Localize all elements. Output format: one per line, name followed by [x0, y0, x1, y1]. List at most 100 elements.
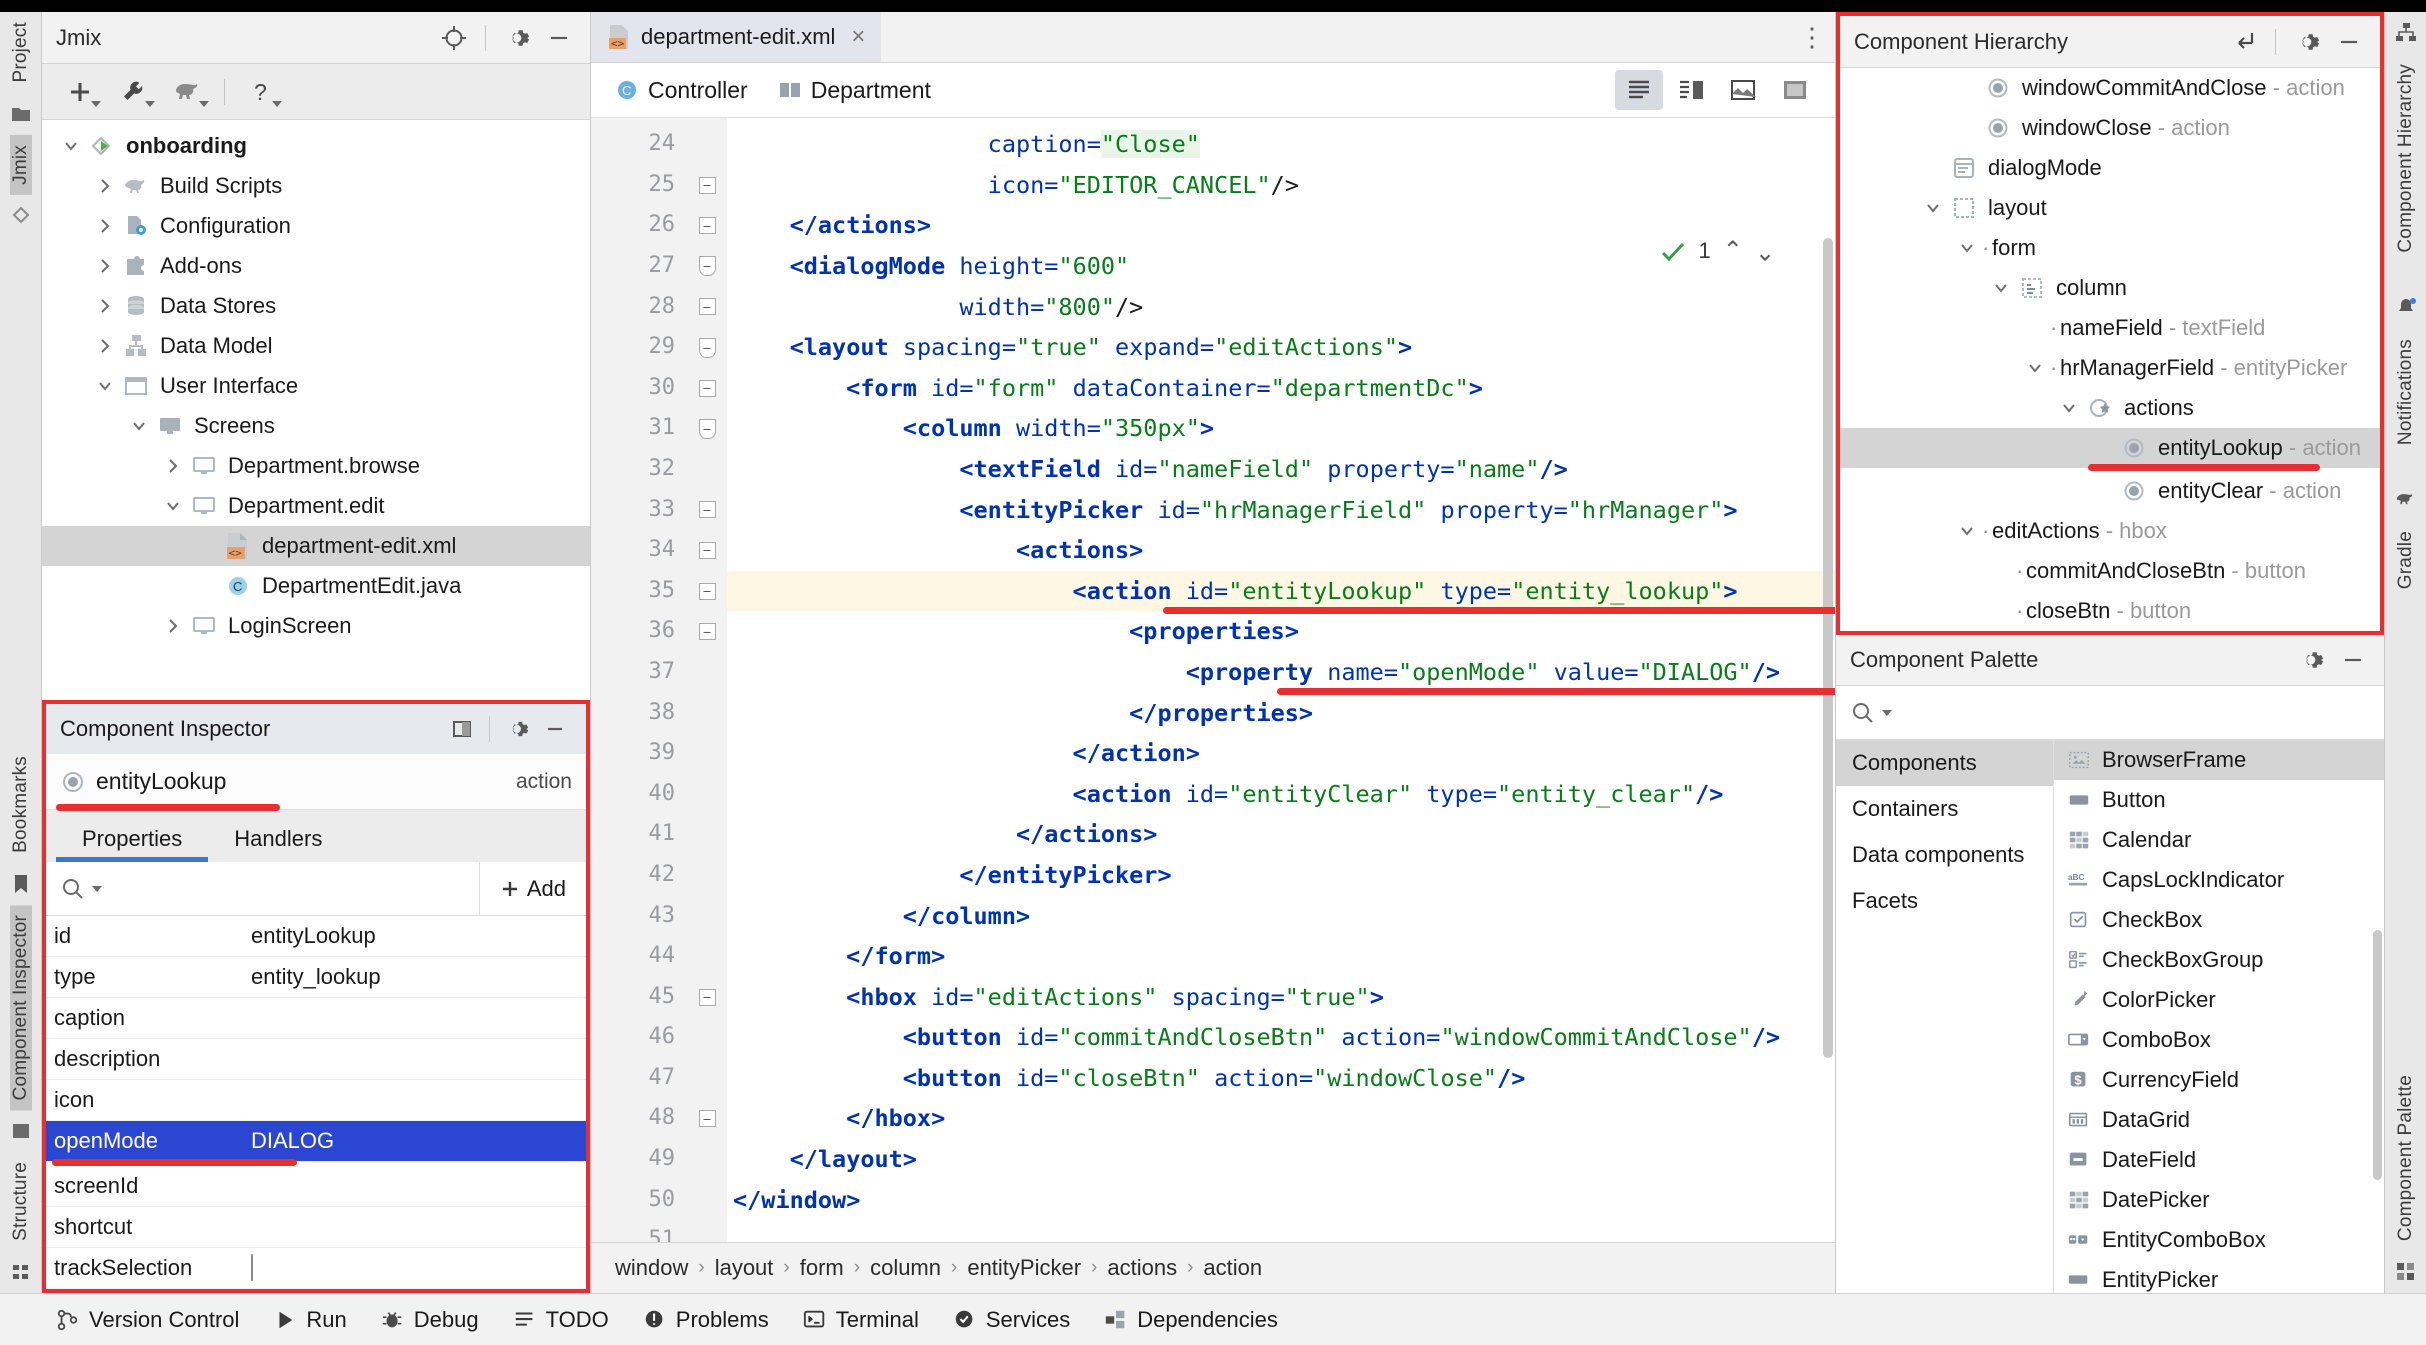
more-vertical-icon[interactable]: ⋮ — [1791, 12, 1835, 62]
code-line[interactable]: icon="EDITOR_CANCEL"/> — [727, 165, 1835, 206]
tree-twisty[interactable] — [90, 337, 120, 355]
code-line[interactable]: <hbox id="editActions" spacing="true"> — [727, 977, 1835, 1018]
tree-twisty[interactable] — [90, 217, 120, 235]
code-line[interactable]: </properties> — [727, 693, 1835, 734]
project-tree-item[interactable]: onboarding — [42, 126, 590, 166]
palette-category[interactable]: Components — [1836, 739, 2053, 786]
status-bar-item[interactable]: Dependencies — [1104, 1307, 1278, 1333]
project-tree-item[interactable]: Configuration — [42, 206, 590, 246]
jump-to-source-icon[interactable] — [2227, 25, 2261, 59]
tree-twisty[interactable] — [158, 497, 188, 515]
tree-twisty[interactable] — [2020, 359, 2050, 377]
file-tab-department-edit-xml[interactable]: <> department-edit.xml × — [591, 12, 882, 63]
inspection-status[interactable]: 1 ⌃ ⌃ — [1659, 236, 1775, 265]
status-bar-item[interactable]: Problems — [643, 1307, 769, 1333]
breadcrumb-item[interactable]: action — [1203, 1255, 1262, 1281]
tree-twisty[interactable] — [158, 457, 188, 475]
chevron-up-icon[interactable]: ⌃ — [1723, 236, 1743, 265]
property-row[interactable]: shortcut — [46, 1207, 586, 1248]
wrench-icon[interactable] — [110, 72, 158, 112]
project-tree-item[interactable]: <> department-edit.xml — [42, 526, 590, 566]
subtab-controller[interactable]: C Controller — [607, 77, 756, 104]
fold-marker[interactable]: − — [687, 246, 727, 287]
hierarchy-row[interactable]: · closeBtn - button — [1840, 591, 2380, 631]
breadcrumb-item[interactable]: form — [800, 1255, 844, 1281]
minimize-icon[interactable] — [2332, 25, 2366, 59]
minimize-icon[interactable] — [2336, 643, 2370, 677]
property-row[interactable]: trackSelection — [46, 1248, 586, 1289]
palette-item[interactable]: EntityComboBox — [2054, 1220, 2384, 1260]
property-row[interactable]: openMode DIALOG — [46, 1121, 586, 1162]
fold-marker[interactable]: − — [687, 287, 727, 328]
code-line[interactable]: </entityPicker> — [727, 855, 1835, 896]
add-icon[interactable] — [56, 72, 104, 112]
tool-tab-bookmarks[interactable]: Bookmarks — [10, 746, 32, 863]
tool-tab-component-palette[interactable]: Component Palette — [2395, 1065, 2417, 1251]
palette-item[interactable]: aBC CapsLockIndicator — [2054, 860, 2384, 900]
fold-marker[interactable]: − — [687, 327, 727, 368]
property-row[interactable]: type entity_lookup — [46, 957, 586, 998]
fold-marker[interactable]: − — [687, 611, 727, 652]
tool-tab-project[interactable]: Project — [10, 12, 32, 93]
project-tree-item[interactable]: Data Model — [42, 326, 590, 366]
fold-marker[interactable]: − — [687, 530, 727, 571]
code-line[interactable]: <action id="entityClear" type="entity_cl… — [727, 774, 1835, 815]
tab-handlers[interactable]: Handlers — [208, 816, 348, 862]
palette-item[interactable]: ComboBox — [2054, 1020, 2384, 1060]
locate-icon[interactable] — [437, 21, 471, 55]
code-line[interactable]: <textField id="nameField" property="name… — [727, 449, 1835, 490]
code-line[interactable]: <actions> — [727, 530, 1835, 571]
property-row[interactable]: id entityLookup — [46, 916, 586, 957]
fold-marker[interactable]: − — [687, 205, 727, 246]
tree-twisty[interactable] — [90, 257, 120, 275]
fold-marker[interactable]: − — [687, 368, 727, 409]
project-tree-item[interactable]: Data Stores — [42, 286, 590, 326]
fold-marker[interactable]: − — [687, 977, 727, 1018]
hierarchy-row[interactable]: entityClear - action — [1840, 471, 2380, 511]
tab-properties[interactable]: Properties — [56, 816, 209, 862]
tree-twisty[interactable] — [90, 377, 120, 395]
tool-tab-structure[interactable]: Structure — [10, 1152, 32, 1251]
hierarchy-row[interactable]: entityLookup - action — [1840, 428, 2380, 468]
code-line[interactable]: </hbox> — [727, 1098, 1835, 1139]
project-tree-item[interactable]: Build Scripts — [42, 166, 590, 206]
code-line[interactable]: <properties> — [727, 611, 1835, 652]
property-row[interactable]: description — [46, 1039, 586, 1080]
gear-icon[interactable] — [500, 21, 534, 55]
palette-category[interactable]: Facets — [1836, 878, 2053, 924]
tree-twisty[interactable] — [1986, 279, 2016, 297]
project-tree-item[interactable]: Department.edit — [42, 486, 590, 526]
project-tree-item[interactable]: LoginScreen — [42, 606, 590, 646]
status-bar[interactable]: Version Control Run Debug TODO Problems Termi… — [0, 1293, 2426, 1345]
hierarchy-row[interactable]: column — [1840, 268, 2380, 308]
status-bar-item[interactable]: Terminal — [803, 1307, 919, 1333]
hierarchy-row[interactable]: · form — [1840, 228, 2380, 268]
gradle-elephant-icon[interactable] — [164, 72, 212, 112]
tree-twisty[interactable] — [124, 417, 154, 435]
palette-search-input[interactable] — [1836, 700, 2384, 726]
designer-view-icon[interactable] — [1719, 70, 1767, 110]
tool-tab-notifications[interactable]: Notifications — [2395, 329, 2417, 455]
tree-twisty[interactable] — [1952, 522, 1982, 540]
code-line[interactable]: <action id="entityLookup" type="entity_l… — [727, 570, 1835, 612]
gear-icon[interactable] — [500, 712, 534, 746]
property-search-input[interactable] — [46, 876, 479, 902]
code-line[interactable]: <form id="form" dataContainer="departmen… — [727, 368, 1835, 409]
close-icon[interactable]: × — [851, 23, 865, 51]
breadcrumb-item[interactable]: layout — [715, 1255, 774, 1281]
code-line[interactable]: </window> — [727, 1180, 1835, 1221]
code-content[interactable]: caption="Close" icon="EDITOR_CANCEL"/> <… — [727, 118, 1835, 1242]
tool-tab-jmix[interactable]: Jmix — [9, 134, 32, 195]
fold-marker[interactable]: − — [687, 490, 727, 531]
code-line[interactable]: <column width="350px"> — [727, 408, 1835, 449]
breadcrumb-item[interactable]: entityPicker — [967, 1255, 1081, 1281]
code-line[interactable]: <button id="commitAndCloseBtn" action="w… — [727, 1017, 1835, 1058]
code-line[interactable]: <layout spacing="true" expand="editActio… — [727, 327, 1835, 368]
status-bar-item[interactable]: Services — [953, 1307, 1070, 1333]
fold-marker[interactable]: − — [687, 165, 727, 206]
breadcrumb[interactable]: window › layout › form › column › entityPicker › a… — [591, 1241, 1835, 1293]
minimize-icon[interactable] — [542, 21, 576, 55]
palette-item[interactable]: BrowserFrame — [2054, 739, 2384, 780]
editor-scrollbar[interactable] — [1823, 238, 1833, 1059]
restore-layout-icon[interactable] — [445, 712, 479, 746]
